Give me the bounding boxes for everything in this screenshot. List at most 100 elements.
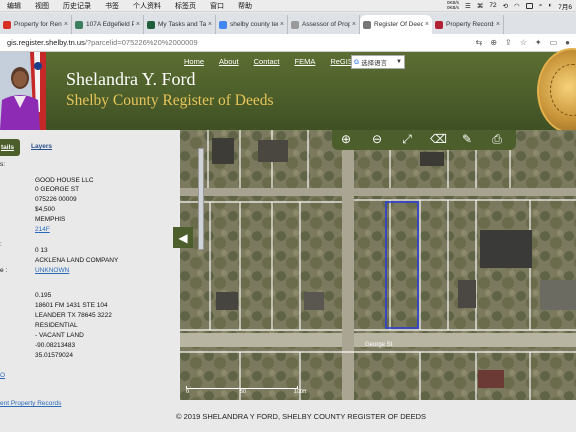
site-header: Home About Contact FEMA ReGIS G 选择语言 ▼ S… xyxy=(0,48,576,134)
close-icon[interactable]: × xyxy=(496,21,500,28)
sidebar-icon[interactable]: ▭ xyxy=(550,38,558,47)
nav-about[interactable]: About xyxy=(219,57,239,66)
extensions-icon[interactable]: ✦ xyxy=(535,38,542,47)
language-select[interactable]: G 选择语言 ▼ xyxy=(351,55,405,69)
mailing-address-line2: LEANDER TX 78645 3222 xyxy=(35,312,112,319)
control-center-icon[interactable]: ◐ xyxy=(548,2,552,9)
nav-fema[interactable]: FEMA xyxy=(294,57,315,66)
nav-contact[interactable]: Contact xyxy=(254,57,280,66)
share-icon[interactable]: ⇪ xyxy=(505,38,512,47)
menu-profiles[interactable]: 个人资料 xyxy=(126,1,168,11)
url-path: /?parcelid=075226%20%2000009 xyxy=(84,38,198,47)
zoom-slider[interactable] xyxy=(198,148,204,250)
collapse-panel-button[interactable]: ◀ xyxy=(173,227,193,248)
lot-number: 0 13 xyxy=(35,247,48,254)
bluetooth-icon[interactable]: ⌘ xyxy=(477,2,484,10)
acreage: 0.195 xyxy=(35,292,52,299)
longitude: -90.08213483 xyxy=(35,342,76,349)
url-host: gis.register.shelby.tn.us xyxy=(7,38,85,47)
zoom-icon[interactable]: ⊕ xyxy=(490,38,497,47)
globe-icon xyxy=(363,20,371,29)
menu-window[interactable]: 窗口 xyxy=(203,1,231,11)
flag-icon xyxy=(435,20,443,29)
chevron-down-icon: ▼ xyxy=(396,59,402,65)
top-navigation: Home About Contact FEMA ReGIS xyxy=(184,57,368,66)
bookmark-star-icon[interactable]: ☆ xyxy=(520,38,527,47)
search-icon[interactable]: ⌕ xyxy=(539,2,543,10)
tab-property-rent[interactable]: Property for Rent in× xyxy=(0,15,72,34)
register-portrait xyxy=(0,52,46,130)
city: MEMPHIS xyxy=(35,216,66,223)
close-icon[interactable]: × xyxy=(425,21,429,28)
tab-strip: Property for Rent in× 107A Edgefield Pla… xyxy=(0,13,576,34)
close-icon[interactable]: × xyxy=(136,21,140,28)
parcel-details-panel xyxy=(0,130,180,432)
print-icon[interactable]: ⎙ xyxy=(489,132,505,147)
mailing-address-line1: 18601 FM 1431 STE 104 xyxy=(35,302,108,309)
favicon-icon xyxy=(147,20,155,29)
tab-my-tasks[interactable]: My Tasks and Task× xyxy=(144,15,216,34)
zoom-in-icon[interactable]: ⊕ xyxy=(338,132,354,146)
clock[interactable]: 7月6 xyxy=(558,1,572,11)
tab-google-search[interactable]: shelby county tenn× xyxy=(216,15,288,34)
page: { "menubar": { "items": ["编辑", "视图", "历史… xyxy=(0,0,576,432)
menu-bookmarks[interactable]: 书签 xyxy=(98,1,126,11)
copyright-footer: © 2019 SHELANDRA Y FORD, SHELBY COUNTY R… xyxy=(176,412,427,421)
tab-details[interactable]: tails xyxy=(0,139,20,156)
menu-history[interactable]: 历史记录 xyxy=(56,1,98,11)
assessed-value: $4,500 xyxy=(35,206,55,213)
favicon-icon xyxy=(3,20,11,29)
url-field[interactable]: gis.register.shelby.tn.us/?parcelid=0752… xyxy=(0,36,476,50)
map-page-link[interactable]: 214F xyxy=(35,226,50,233)
scale-tick-50: 50 xyxy=(240,389,247,395)
menu-edit[interactable]: 编辑 xyxy=(0,1,28,11)
menu-help[interactable]: 帮助 xyxy=(231,1,259,11)
measure-icon[interactable]: ✎ xyxy=(459,132,475,146)
battery-icon[interactable] xyxy=(525,2,533,9)
menu-view[interactable]: 视图 xyxy=(28,1,56,11)
address-bar: gis.register.shelby.tn.us/?parcelid=0752… xyxy=(0,34,576,52)
notification-badge[interactable]: 72 xyxy=(489,2,496,9)
full-extent-icon[interactable]: ⤢ xyxy=(399,132,415,147)
land-use: RESIDENTIAL xyxy=(35,322,78,329)
profile-icon[interactable]: ● xyxy=(565,38,570,47)
close-icon[interactable]: × xyxy=(64,21,68,28)
google-icon xyxy=(219,20,227,29)
latitude: 35.01579024 xyxy=(35,352,73,359)
tab-assessor[interactable]: Assessor of Prope × xyxy=(288,15,360,34)
network-down: 0KB/s xyxy=(446,4,459,10)
menu-tabs[interactable]: 标签页 xyxy=(168,1,203,11)
land-use-detail: - VACANT LAND xyxy=(35,332,84,339)
close-icon[interactable]: × xyxy=(280,21,284,28)
eraser-icon[interactable]: ⌫ xyxy=(430,132,447,146)
tab-property-records[interactable]: Property Records × xyxy=(432,15,504,34)
owner-name: GOOD HOUSE LLC xyxy=(35,177,94,184)
scale-bar: 0 50 100ft xyxy=(186,386,306,396)
arrow-left-icon: ◀ xyxy=(178,230,188,245)
tab-edgefield[interactable]: 107A Edgefield Pla× xyxy=(72,15,144,34)
aerial-imagery xyxy=(180,130,576,400)
close-icon[interactable]: × xyxy=(352,21,356,28)
aerial-map[interactable]: George St 0 50 100ft xyxy=(180,130,576,400)
small-link[interactable]: O xyxy=(0,372,5,379)
unknown-label: e : xyxy=(0,267,8,274)
wifi-icon[interactable]: ◠ xyxy=(514,2,520,10)
language-select-value: 选择语言 xyxy=(361,60,388,67)
nav-regis[interactable]: ReGIS xyxy=(330,57,353,66)
property-records-link[interactable]: ent Property Records xyxy=(0,400,61,407)
favicon-icon xyxy=(291,20,299,29)
sync-icon[interactable]: ⟲ xyxy=(503,2,508,10)
nav-home[interactable]: Home xyxy=(184,57,204,66)
translate-icon[interactable]: ⇆ xyxy=(476,38,483,47)
favicon-icon xyxy=(75,20,83,29)
property-address: 0 GEORGE ST xyxy=(35,186,80,193)
system-menu-bar: 编辑 视图 历史记录 书签 个人资料 标签页 窗口 帮助 0KB/s 0KB/s … xyxy=(0,0,576,12)
tab-register-of-deeds[interactable]: Register Of Deeds × xyxy=(360,15,432,34)
parcel-id: 075226 00009 xyxy=(35,196,77,203)
close-icon[interactable]: × xyxy=(208,21,212,28)
tab-layers[interactable]: Layers xyxy=(31,143,52,150)
unknown-link[interactable]: UNKNOWN xyxy=(35,267,69,274)
scale-tick-0: 0 xyxy=(186,389,190,395)
status-icon[interactable]: ☰ xyxy=(465,2,471,10)
zoom-out-icon[interactable]: ⊖ xyxy=(369,132,385,146)
